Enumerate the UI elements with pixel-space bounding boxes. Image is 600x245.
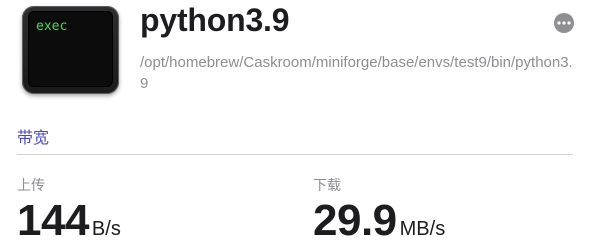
terminal-icon-label: exec xyxy=(36,19,68,34)
upload-label: 上传 xyxy=(17,177,45,193)
section-divider xyxy=(17,154,573,155)
terminal-exec-icon: exec xyxy=(22,6,119,94)
process-detail-panel: exec python3.9 /opt/homebrew/Caskroom/mi… xyxy=(0,0,600,245)
terminal-screen: exec xyxy=(28,11,113,87)
download-rate: 29.9 MB/s xyxy=(313,196,445,245)
bandwidth-section-title: 带宽 xyxy=(17,130,50,147)
process-title: python3.9 xyxy=(140,2,290,38)
ellipsis-icon xyxy=(557,21,571,25)
download-label: 下载 xyxy=(313,177,341,193)
more-options-button[interactable] xyxy=(554,13,574,33)
upload-rate-unit: B/s xyxy=(91,218,121,240)
download-rate-unit: MB/s xyxy=(399,218,446,240)
upload-rate-value: 144 xyxy=(17,196,89,245)
upload-rate: 144 B/s xyxy=(17,196,121,245)
download-rate-value: 29.9 xyxy=(313,196,397,245)
process-path: /opt/homebrew/Caskroom/miniforge/base/en… xyxy=(140,54,573,92)
